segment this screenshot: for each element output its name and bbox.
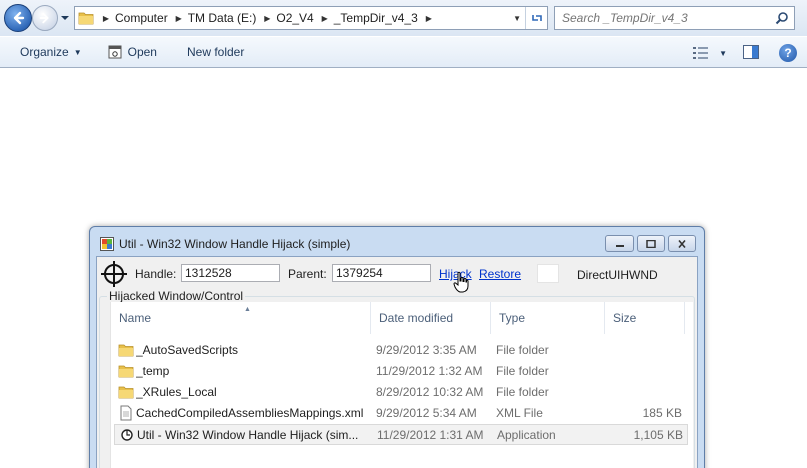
file-row[interactable]: _AutoSavedScripts 9/29/2012 3:35 AM File…: [114, 340, 688, 361]
explorer-scroll-area: [792, 68, 807, 468]
forward-arrow-icon: [39, 12, 49, 24]
dialog-title: Util - Win32 Window Handle Hijack (simpl…: [119, 237, 351, 251]
new-folder-button[interactable]: New folder: [181, 41, 250, 63]
file-row[interactable]: _temp 11/29/2012 1:32 AM File folder: [114, 361, 688, 382]
folder-icon: [118, 386, 134, 399]
handle-field[interactable]: [181, 264, 280, 282]
file-name: _AutoSavedScripts: [136, 343, 239, 357]
open-button[interactable]: Open: [102, 41, 163, 63]
file-type: Application: [497, 428, 556, 442]
open-app-icon: [108, 45, 122, 59]
caption-buttons: [602, 235, 696, 252]
preview-pane-icon: [743, 44, 759, 59]
search-input[interactable]: [555, 11, 765, 25]
file-name: _temp: [136, 364, 170, 378]
handle-label: Handle:: [135, 267, 177, 281]
chevron-right-icon: ▶: [102, 13, 110, 23]
address-bar-area: ▶ Computer ▶ TM Data (E:) ▶ O2_V4 ▶ _Tem…: [0, 0, 807, 36]
chevron-right-icon: ▶: [425, 13, 432, 23]
file-name: _XRules_Local: [136, 385, 217, 399]
recent-pages-dropdown-icon[interactable]: [60, 13, 70, 23]
file-type: File folder: [496, 364, 549, 378]
refresh-button[interactable]: [525, 7, 547, 29]
breadcrumb-item-o2[interactable]: ▶ O2_V4: [258, 7, 315, 29]
close-button[interactable]: [668, 235, 696, 252]
crosshair-target-icon[interactable]: [100, 260, 128, 288]
chevron-right-icon: ▶: [321, 13, 328, 23]
chevron-down-icon: ▼: [719, 48, 727, 58]
file-date: 11/29/2012 1:32 AM: [376, 364, 483, 378]
window-class-name: DirectUIHWND: [577, 268, 658, 282]
address-dropdown-icon[interactable]: ▼: [513, 14, 521, 23]
column-header-name[interactable]: Name: [111, 302, 371, 334]
file-row[interactable]: _XRules_Local 8/29/2012 10:32 AM File fo…: [114, 382, 688, 403]
groupbox-label: Hijacked Window/Control: [107, 289, 246, 303]
maximize-button[interactable]: [637, 235, 665, 252]
toolbar-right-group: ▼ ?: [693, 37, 807, 69]
hijack-dialog-window: Util - Win32 Window Handle Hijack (simpl…: [89, 226, 705, 468]
preview-pane-button[interactable]: [743, 44, 759, 62]
dialog-title-bar[interactable]: Util - Win32 Window Handle Hijack (simpl…: [90, 227, 704, 257]
forward-button[interactable]: [32, 5, 58, 31]
app-window-icon: [100, 237, 114, 251]
chevron-right-icon: ▶: [175, 13, 182, 23]
column-header-date[interactable]: Date modified: [371, 302, 491, 334]
help-icon[interactable]: ?: [779, 44, 797, 62]
minimize-button[interactable]: [605, 235, 634, 252]
application-icon: [121, 429, 133, 441]
file-date: 8/29/2012 10:32 AM: [376, 385, 484, 399]
window-preview-thumbnail: [537, 264, 559, 283]
chevron-down-icon: ▼: [73, 47, 82, 57]
file-type: File folder: [496, 385, 549, 399]
file-size: 185 KB: [642, 406, 682, 420]
file-date: 9/29/2012 5:34 AM: [376, 406, 477, 420]
restore-link[interactable]: Restore: [479, 267, 521, 281]
sort-ascending-icon: ▲: [244, 306, 251, 313]
column-header-type[interactable]: Type: [491, 302, 605, 334]
xml-file-icon: [120, 405, 132, 421]
refresh-icon: [531, 15, 542, 21]
hijacked-file-list[interactable]: Name ▲ Date modified Type Size _AutoSave…: [110, 302, 693, 468]
change-view-button[interactable]: ▼: [693, 47, 727, 59]
views-icon: [693, 47, 709, 59]
back-arrow-icon: [13, 11, 25, 25]
folder-icon: [118, 344, 134, 357]
file-date: 9/29/2012 3:35 AM: [376, 343, 477, 357]
breadcrumb[interactable]: ▶ Computer ▶ TM Data (E:) ▶ O2_V4 ▶ _Tem…: [74, 6, 548, 30]
parent-label: Parent:: [288, 267, 327, 281]
folder-icon: [118, 365, 134, 378]
file-row[interactable]: CachedCompiledAssembliesMappings.xml 9/2…: [114, 403, 688, 424]
breadcrumb-item-tempdir[interactable]: ▶ _TempDir_v4_3 ▶: [316, 7, 438, 29]
file-date: 11/29/2012 1:31 AM: [377, 428, 484, 442]
command-bar: Organize ▼ Open New folder ▼ ?: [0, 36, 807, 68]
file-row-selected[interactable]: Util - Win32 Window Handle Hijack (sim..…: [114, 424, 688, 445]
column-header-size[interactable]: Size: [605, 302, 685, 334]
close-icon: [678, 239, 686, 248]
breadcrumb-item-computer[interactable]: ▶ Computer: [97, 7, 170, 29]
maximize-icon: [646, 239, 656, 248]
parent-field[interactable]: [332, 264, 431, 282]
search-icon[interactable]: [775, 11, 789, 25]
breadcrumb-item-drive[interactable]: ▶ TM Data (E:): [170, 7, 259, 29]
file-type: XML File: [496, 406, 543, 420]
file-size: 1,105 KB: [633, 428, 683, 442]
hand-cursor-icon: [453, 271, 469, 293]
minimize-icon: [615, 244, 624, 247]
file-name: CachedCompiledAssembliesMappings.xml: [136, 406, 364, 420]
file-name: Util - Win32 Window Handle Hijack (sim..…: [137, 428, 359, 442]
dialog-client-area: Handle: Parent: Hijack Restore DirectUIH…: [96, 256, 698, 468]
back-button[interactable]: [4, 4, 32, 32]
search-box[interactable]: [554, 6, 795, 30]
chevron-right-icon: ▶: [264, 13, 271, 23]
folder-icon: [75, 7, 97, 29]
organize-button[interactable]: Organize ▼: [14, 41, 88, 63]
file-type: File folder: [496, 343, 549, 357]
